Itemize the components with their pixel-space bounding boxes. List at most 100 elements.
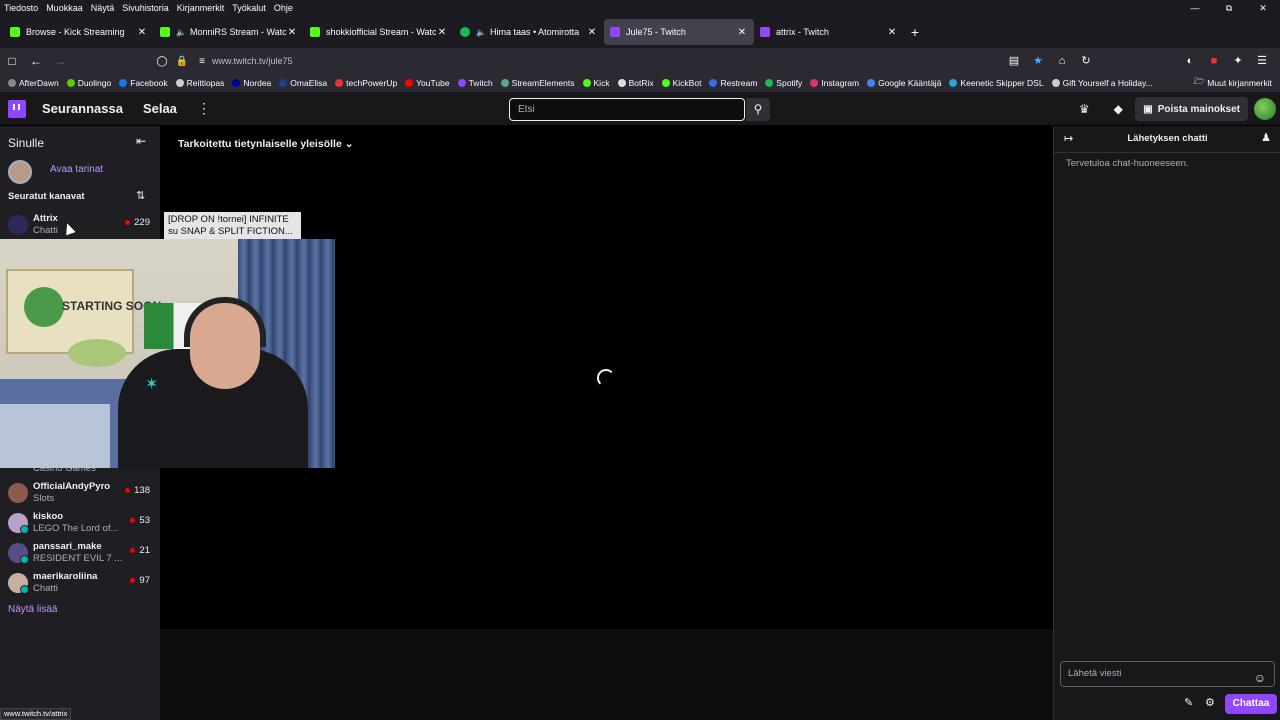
menu-help[interactable]: Ohje bbox=[274, 3, 293, 13]
menu-file[interactable]: Tiedosto bbox=[4, 3, 38, 13]
bookmark-item[interactable]: Nordea bbox=[232, 78, 271, 88]
speaker-icon[interactable]: 🔈 bbox=[176, 28, 186, 37]
bookmark-item[interactable]: Instagram bbox=[810, 78, 859, 88]
pen-icon[interactable]: ✎ bbox=[1184, 696, 1193, 709]
remove-ads-button[interactable]: ▣ Poista mainokset bbox=[1135, 97, 1248, 121]
bookmark-item[interactable]: Keenetic Skipper DSL bbox=[949, 78, 1044, 88]
menu-edit[interactable]: Muokkaa bbox=[46, 3, 83, 13]
close-tab-icon[interactable]: ✕ bbox=[136, 27, 148, 38]
browser-tab-active[interactable]: Jule75 - Twitch ✕ bbox=[604, 19, 754, 45]
content-classification-label[interactable]: Tarkoitettu tietynlaiselle yleisölle ⌄ bbox=[178, 138, 354, 150]
permissions-icon[interactable]: ≡ bbox=[192, 56, 212, 67]
bookmark-item[interactable]: KickBot bbox=[661, 78, 701, 88]
new-tab-icon[interactable]: + bbox=[904, 21, 926, 43]
bookmark-favicon-icon bbox=[405, 79, 414, 87]
nav-following[interactable]: Seurannassa bbox=[42, 101, 123, 116]
close-tab-icon[interactable]: ✕ bbox=[586, 27, 598, 38]
bookmark-item[interactable]: AfterDawn bbox=[8, 78, 59, 88]
browser-tab[interactable]: 🔈 Hima taas • Atomirotta ✕ bbox=[454, 19, 604, 45]
search-icon[interactable]: ⚲ bbox=[746, 98, 770, 121]
forward-icon[interactable]: → bbox=[48, 50, 72, 72]
chat-input[interactable]: Lähetä viesti ☺ bbox=[1060, 661, 1275, 687]
browser-tab[interactable]: attrix - Twitch ✕ bbox=[754, 19, 904, 45]
maximize-icon[interactable]: ⧉ bbox=[1212, 0, 1246, 16]
show-more-link[interactable]: Näytä lisää bbox=[8, 604, 57, 615]
bookmark-item[interactable]: Gift Yourself a Holiday... bbox=[1051, 78, 1153, 88]
bookmark-item[interactable]: StreamElements bbox=[500, 78, 575, 88]
bits-icon[interactable]: ◆ bbox=[1101, 102, 1135, 116]
reader-view-icon[interactable]: ▤ bbox=[1002, 50, 1026, 72]
menu-bookmarks[interactable]: Kirjanmerkit bbox=[177, 3, 225, 13]
reload-icon[interactable]: ↻ bbox=[1074, 50, 1098, 72]
channel-name: maerikaroliina bbox=[33, 571, 98, 582]
bookmark-item[interactable]: Duolingo bbox=[66, 78, 111, 88]
collapse-sidebar-icon[interactable]: ⇤ bbox=[136, 134, 146, 148]
channel-item-officialandypyro[interactable]: OfficialAndyPyro Slots 138 bbox=[6, 481, 156, 509]
channel-item-panssari-make[interactable]: panssari_make RESIDENT EVIL 7 ... 21 bbox=[6, 541, 156, 569]
bookmark-item[interactable]: OmaElisa bbox=[279, 78, 327, 88]
bookmark-item[interactable]: BotRix bbox=[617, 78, 654, 88]
bookmark-star-icon[interactable]: ★ bbox=[1026, 50, 1050, 72]
plush-toy-icon bbox=[68, 339, 126, 367]
classification-text: Tarkoitettu tietynlaiselle yleisölle bbox=[178, 138, 342, 150]
bookmark-item[interactable]: Kick bbox=[582, 78, 610, 88]
close-tab-icon[interactable]: ✕ bbox=[286, 27, 298, 38]
other-bookmarks[interactable]: 🗁 Muut kirjanmerkit bbox=[1194, 74, 1272, 92]
bookmark-item[interactable]: YouTube bbox=[405, 78, 450, 88]
bookmark-item[interactable]: Restream bbox=[709, 78, 757, 88]
search-input[interactable]: Etsi bbox=[509, 98, 745, 121]
bookmark-item[interactable]: Spotify bbox=[765, 78, 802, 88]
sidebar-toggle-icon[interactable]: □ bbox=[0, 50, 24, 72]
twitch-logo-icon[interactable] bbox=[8, 99, 26, 118]
menu-tools[interactable]: Työkalut bbox=[232, 3, 266, 13]
bookmark-favicon-icon bbox=[1051, 79, 1060, 87]
chat-send-button[interactable]: Chattaa bbox=[1225, 694, 1277, 714]
extensions-icon[interactable]: ✦ bbox=[1226, 50, 1250, 72]
home-icon[interactable]: ⌂ bbox=[1050, 50, 1074, 72]
open-stories-link[interactable]: Avaa tarinat bbox=[50, 164, 103, 175]
close-window-icon[interactable]: ✕ bbox=[1246, 0, 1280, 16]
user-avatar[interactable] bbox=[1254, 98, 1276, 120]
bookmark-item[interactable]: Reittiopas bbox=[175, 78, 224, 88]
settings-gear-icon[interactable]: ⚙ bbox=[1205, 696, 1215, 709]
adblock-icon[interactable]: ■ bbox=[1202, 50, 1226, 72]
browser-tab[interactable]: shokkiofficial Stream - Watc ✕ bbox=[304, 19, 454, 45]
menu-icon[interactable]: ☰ bbox=[1250, 50, 1274, 72]
ad-icon: ▣ bbox=[1143, 103, 1153, 115]
nav-browse[interactable]: Selaa bbox=[143, 101, 177, 116]
bookmark-favicon-icon bbox=[765, 79, 774, 87]
stream-preview-thumbnail[interactable]: STARTING SOON ✶ bbox=[0, 239, 335, 468]
bookmark-item[interactable]: Google Kääntäjä bbox=[867, 78, 941, 88]
bookmark-item[interactable]: Facebook bbox=[119, 78, 168, 88]
minimize-icon[interactable]: — bbox=[1178, 0, 1212, 16]
close-tab-icon[interactable]: ✕ bbox=[886, 27, 898, 38]
tracking-shield-icon[interactable]: ◯ bbox=[152, 56, 172, 67]
bookmark-item[interactable]: techPowerUp bbox=[335, 78, 397, 88]
browser-tab[interactable]: Browse - Kick Streaming ✕ bbox=[4, 19, 154, 45]
bookmark-favicon-icon bbox=[279, 79, 288, 87]
stories-avatar[interactable] bbox=[8, 160, 32, 184]
url-text[interactable]: www.twitch.tv/jule75 bbox=[212, 56, 293, 66]
channel-item-kiskoo[interactable]: kiskoo LEGO The Lord of... 53 bbox=[6, 511, 156, 539]
more-options-icon[interactable]: ⋮ bbox=[197, 100, 211, 117]
bookmark-item[interactable]: Twitch bbox=[457, 78, 493, 88]
browser-tab[interactable]: 🔈 MonniRS Stream - Watch Li ✕ bbox=[154, 19, 304, 45]
account-icon[interactable]: ◐ bbox=[1178, 50, 1202, 72]
channel-item-attrix[interactable]: Attrix Chatti 229 bbox=[6, 213, 156, 241]
menu-view[interactable]: Näytä bbox=[91, 3, 115, 13]
close-tab-icon[interactable]: ✕ bbox=[436, 27, 448, 38]
back-icon[interactable]: ← bbox=[24, 50, 48, 72]
community-icon[interactable]: ♟ bbox=[1261, 131, 1271, 144]
lock-icon[interactable]: 🔒 bbox=[172, 56, 192, 67]
url-bar[interactable]: ◯ 🔒 ≡ www.twitch.tv/jule75 bbox=[152, 50, 1102, 72]
emoji-icon[interactable]: ☺ bbox=[1254, 666, 1266, 690]
speaker-icon[interactable]: 🔈 bbox=[476, 28, 486, 37]
channel-category: Chatti bbox=[33, 225, 58, 236]
menu-history[interactable]: Sivuhistoria bbox=[122, 3, 169, 13]
channel-item-maerikaroliina[interactable]: maerikaroliina Chatti 97 bbox=[6, 571, 156, 599]
close-tab-icon[interactable]: ✕ bbox=[736, 27, 748, 38]
bookmark-favicon-icon bbox=[867, 79, 876, 87]
crown-icon[interactable]: ♛ bbox=[1067, 102, 1101, 116]
tab-title: Hima taas • Atomirotta bbox=[489, 27, 580, 37]
sort-icon[interactable]: ⇅ bbox=[136, 189, 145, 202]
